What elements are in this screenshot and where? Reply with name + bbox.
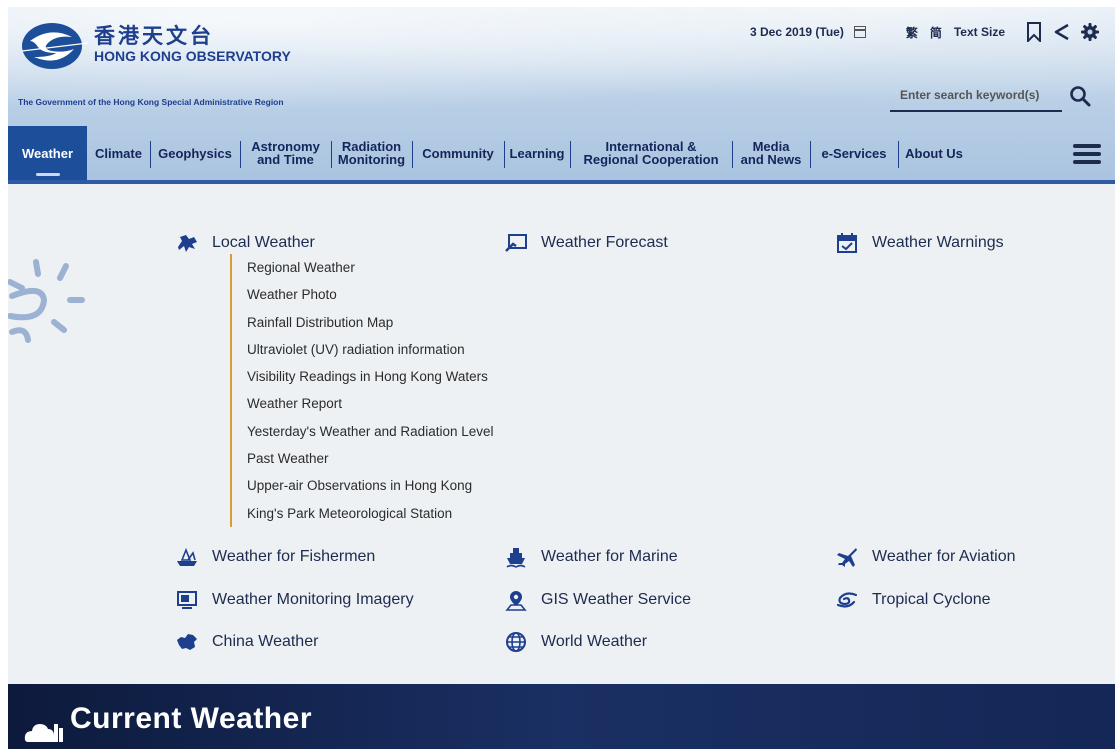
weather-mega-menu: Local Weather Regional Weather Weather P… [8, 184, 1115, 684]
submenu-item[interactable]: King's Park Meteorological Station [247, 500, 494, 527]
hong-kong-map-icon [176, 232, 198, 254]
menu-hamburger-icon[interactable] [1073, 144, 1101, 164]
nav-community-label: Community [422, 145, 494, 161]
calendar-check-icon [836, 232, 858, 254]
nav-climate-label: Climate [95, 145, 142, 161]
government-tagline: The Government of the Hong Kong Special … [18, 97, 284, 107]
menu-weather-forecast[interactable]: Weather Forecast [505, 232, 668, 254]
monitor-image-icon [176, 589, 198, 611]
nav-about-label: About Us [905, 145, 963, 161]
submenu-item[interactable]: Past Weather [247, 445, 494, 472]
local-weather-label: Local Weather [212, 234, 315, 251]
menu-gis[interactable]: GIS Weather Service [505, 589, 691, 611]
main-nav: Weather Climate Geophysics Astronomy and … [8, 126, 1115, 180]
nav-international[interactable]: International & Regional Cooperation [570, 126, 732, 180]
hko-logo-icon[interactable] [20, 21, 90, 71]
aviation-label: Weather for Aviation [872, 548, 1016, 565]
submenu-item[interactable]: Weather Photo [247, 281, 494, 308]
current-weather-banner: Current Weather [8, 684, 1115, 749]
lang-traditional-link[interactable]: 繁 [906, 24, 918, 41]
lang-simplified-link[interactable]: 简 [930, 24, 942, 41]
china-map-icon [176, 631, 198, 653]
menu-weather-warnings[interactable]: Weather Warnings [836, 232, 1004, 254]
weather-forecast-label: Weather Forecast [541, 234, 668, 251]
nav-eservices-label: e-Services [821, 145, 887, 161]
submenu-item[interactable]: Ultraviolet (UV) radiation information [247, 336, 494, 363]
submenu-item[interactable]: Regional Weather [247, 254, 494, 281]
menu-tropical-cyclone[interactable]: Tropical Cyclone [836, 589, 991, 611]
menu-local-weather[interactable]: Local Weather [176, 232, 315, 254]
nav-astronomy-time[interactable]: Astronomy and Time [240, 126, 331, 180]
nav-astronomy-label: Astronomy and Time [251, 139, 320, 167]
active-indicator [35, 173, 60, 176]
fishing-boat-icon [176, 546, 198, 568]
weather-warnings-label: Weather Warnings [872, 234, 1004, 251]
calendar-icon[interactable] [853, 26, 866, 38]
ship-icon [505, 546, 527, 568]
fishermen-label: Weather for Fishermen [212, 548, 376, 565]
menu-marine[interactable]: Weather for Marine [505, 546, 678, 568]
monitoring-imagery-label: Weather Monitoring Imagery [212, 591, 414, 608]
menu-monitoring-imagery[interactable]: Weather Monitoring Imagery [176, 589, 414, 611]
current-weather-title: Current Weather [70, 702, 312, 735]
nav-geophysics[interactable]: Geophysics [150, 126, 240, 180]
bookmark-icon[interactable] [1023, 21, 1045, 43]
map-pin-icon [505, 589, 527, 611]
sun-decoration-icon [8, 259, 85, 343]
nav-radiation-monitoring[interactable]: Radiation Monitoring [331, 126, 412, 180]
menu-fishermen[interactable]: Weather for Fishermen [176, 546, 375, 568]
forecast-icon [505, 232, 527, 254]
submenu-item[interactable]: Rainfall Distribution Map [247, 309, 494, 336]
search-icon[interactable] [1068, 84, 1092, 108]
submenu-item[interactable]: Yesterday's Weather and Radiation Level [247, 418, 494, 445]
nav-geophysics-label: Geophysics [158, 145, 232, 161]
current-date: 3 Dec 2019 (Tue) [750, 25, 844, 39]
tropical-cyclone-label: Tropical Cyclone [872, 591, 991, 608]
airplane-icon [836, 546, 858, 568]
text-size-button[interactable]: Text Size [954, 25, 1005, 39]
local-weather-submenu: Regional Weather Weather Photo Rainfall … [230, 254, 494, 527]
nav-learning-label: Learning [509, 145, 565, 161]
logo-chinese: 香港天文台 [94, 24, 214, 48]
top-utility-bar: 3 Dec 2019 (Tue) 繁 简 Text Size [750, 21, 1101, 43]
menu-aviation[interactable]: Weather for Aviation [836, 546, 1016, 568]
cyclone-icon [836, 589, 858, 611]
submenu-item[interactable]: Weather Report [247, 390, 494, 417]
site-logo-text[interactable]: 香港天文台 HONG KONG OBSERVATORY [94, 25, 291, 64]
marine-label: Weather for Marine [541, 548, 678, 565]
nav-climate[interactable]: Climate [87, 126, 150, 180]
nav-international-label: International & Regional Cooperation [583, 139, 719, 167]
gear-icon[interactable] [1079, 21, 1101, 43]
search-field [890, 80, 1062, 112]
search-input[interactable] [890, 80, 1062, 110]
nav-learning[interactable]: Learning [504, 126, 570, 180]
menu-china-weather[interactable]: China Weather [176, 631, 318, 653]
nav-about-us[interactable]: About Us [898, 126, 970, 180]
nav-radiation-label: Radiation Monitoring [337, 139, 406, 167]
nav-media-news[interactable]: Media and News [732, 126, 810, 180]
world-weather-label: World Weather [541, 633, 648, 650]
china-weather-label: China Weather [212, 633, 319, 650]
submenu-item[interactable]: Visibility Readings in Hong Kong Waters [247, 363, 494, 390]
globe-icon [505, 631, 527, 653]
nav-media-label: Media and News [740, 139, 802, 167]
nav-weather[interactable]: Weather [8, 126, 87, 180]
nav-community[interactable]: Community [412, 126, 504, 180]
gis-label: GIS Weather Service [541, 591, 691, 608]
cloud-thermometer-icon [24, 724, 63, 742]
menu-world-weather[interactable]: World Weather [505, 631, 647, 653]
share-icon[interactable] [1051, 21, 1073, 43]
nav-weather-label: Weather [21, 145, 74, 161]
submenu-item[interactable]: Upper-air Observations in Hong Kong [247, 472, 494, 499]
logo-english: HONG KONG OBSERVATORY [94, 48, 291, 64]
nav-eservices[interactable]: e-Services [810, 126, 898, 180]
